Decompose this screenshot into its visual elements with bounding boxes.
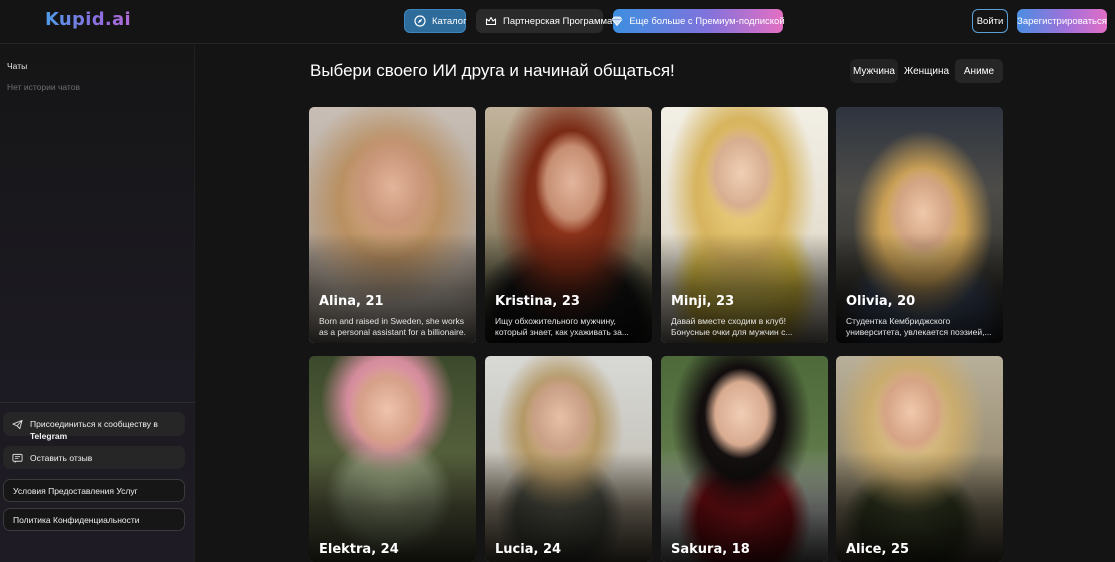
telegram-plane-icon (12, 419, 23, 430)
character-description: Давай вместе сходим в клуб! Бонусные очк… (671, 316, 793, 337)
partner-label: Партнерская Программа (503, 15, 613, 27)
character-name: Kristina, 23 (495, 294, 580, 309)
telegram-community-button[interactable]: Присоединиться к сообществу в Telegram (3, 412, 185, 441)
privacy-link[interactable]: Политика Конфиденциальности (3, 508, 185, 531)
character-description: Студентка Кембриджского университета, ув… (846, 316, 992, 337)
character-name: Alina, 21 (319, 294, 384, 309)
filter-anime[interactable]: Аниме (955, 59, 1003, 83)
character-name: Minji, 23 (671, 294, 735, 309)
message-icon (12, 453, 23, 463)
premium-label: Еще больше с Премиум-подпиской (629, 15, 785, 27)
chats-heading: Чаты (7, 61, 28, 71)
sidebar: Чаты Нет истории чатов Присоединиться к … (0, 45, 195, 562)
empty-history-text: Нет истории чатов (7, 82, 80, 92)
premium-button[interactable]: Еще больше с Премиум-подпиской (611, 9, 785, 33)
character-card[interactable]: Kristina, 23 Ищу обхожительного мужчину,… (485, 107, 652, 343)
telegram-label: Присоединиться к сообществу в (30, 419, 158, 429)
character-name: Elektra, 24 (319, 542, 399, 557)
character-card[interactable]: Olivia, 20 Студентка Кембриджского униве… (836, 107, 1003, 343)
compass-icon (414, 15, 426, 27)
terms-label: Условия Предоставления Услуг (13, 485, 138, 496)
character-name: Sakura, 18 (671, 542, 750, 557)
sidebar-divider (0, 402, 195, 403)
logo[interactable]: Kupid.ai (45, 9, 131, 30)
character-name: Alice, 25 (846, 542, 910, 557)
character-card[interactable]: Sakura, 18 (661, 356, 828, 562)
character-card[interactable]: Alice, 25 (836, 356, 1003, 562)
crown-icon (485, 16, 497, 26)
character-card[interactable]: Lucia, 24 (485, 356, 652, 562)
character-description: Ищу обхожительного мужчину, который знае… (495, 316, 629, 337)
register-button[interactable]: Зарегистрироваться (1017, 9, 1107, 33)
character-card[interactable]: Alina, 21 Born and raised in Sweden, she… (309, 107, 476, 343)
telegram-label-bold: Telegram (30, 431, 68, 441)
filter-female[interactable]: Женщина (902, 59, 951, 83)
page-title: Выбери своего ИИ друга и начинай общатьс… (310, 61, 675, 80)
top-header: Kupid.ai Каталог Партнерская Программа Е… (0, 0, 1115, 44)
catalog-button[interactable]: Каталог (404, 9, 467, 33)
login-button[interactable]: Войти (972, 9, 1008, 33)
feedback-label: Оставить отзыв (30, 452, 93, 463)
diamond-icon (611, 16, 623, 27)
terms-link[interactable]: Условия Предоставления Услуг (3, 479, 185, 502)
partner-program-button[interactable]: Партнерская Программа (476, 9, 612, 33)
character-name: Lucia, 24 (495, 542, 562, 557)
character-card[interactable]: Elektra, 24 (309, 356, 476, 562)
character-name: Olivia, 20 (846, 294, 916, 309)
filter-male[interactable]: Мужчина (850, 59, 898, 83)
feedback-button[interactable]: Оставить отзыв (3, 446, 185, 469)
catalog-label: Каталог (432, 15, 467, 27)
privacy-label: Политика Конфиденциальности (13, 514, 140, 525)
character-description: Born and raised in Sweden, she works as … (319, 316, 466, 337)
character-card[interactable]: Minji, 23 Давай вместе сходим в клуб! Бо… (661, 107, 828, 343)
